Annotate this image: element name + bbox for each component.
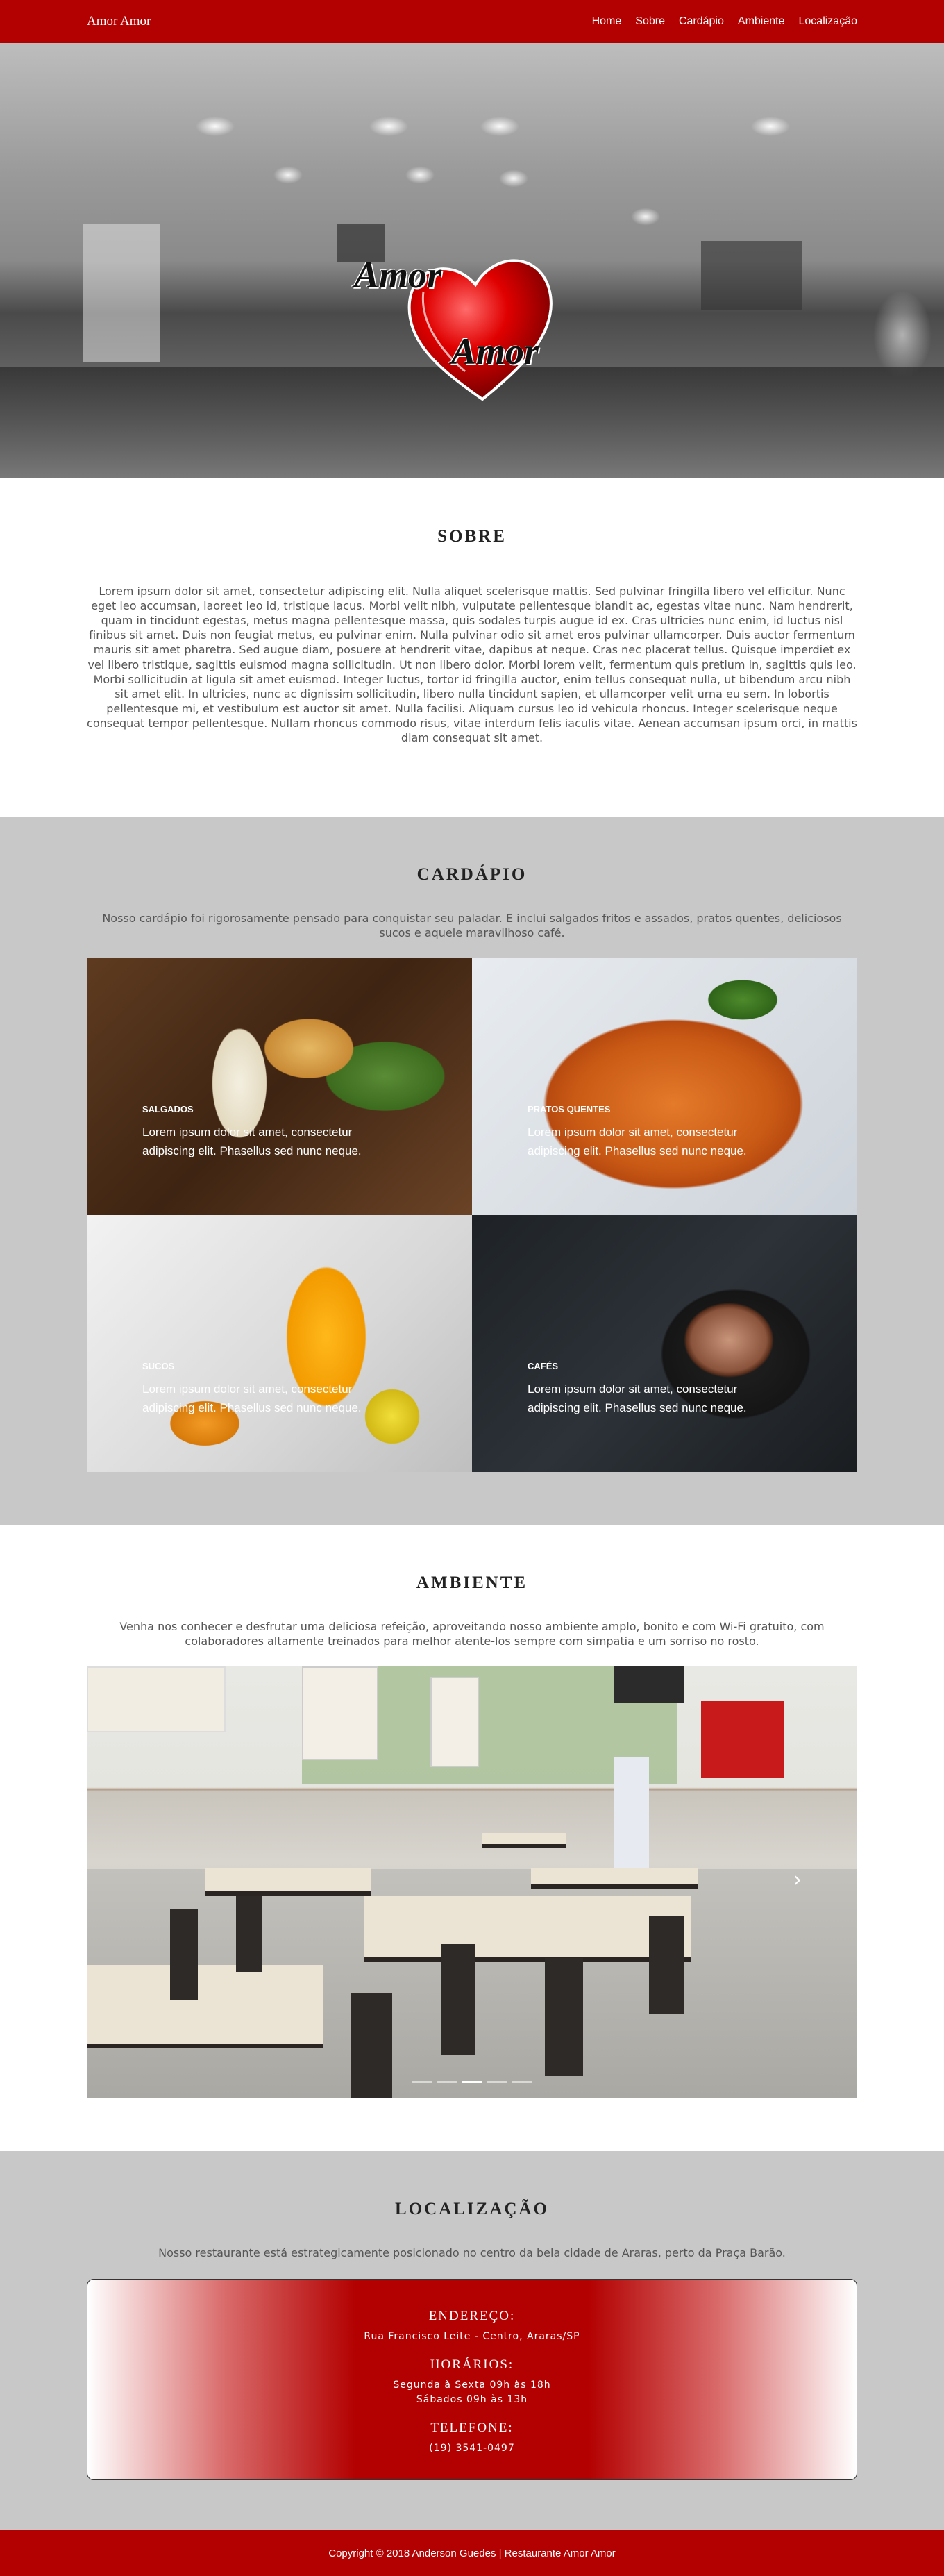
carousel-indicators xyxy=(87,2081,857,2084)
ambiente-carousel[interactable]: › xyxy=(87,1666,857,2099)
hero-bg-frame xyxy=(83,224,160,362)
section-ambiente: AMBIENTE Venha nos conhecer e desfrutar … xyxy=(0,1525,944,2151)
carousel-indicator[interactable] xyxy=(412,2081,432,2084)
menu-tile-cafes[interactable]: CAFÉS Lorem ipsum dolor sit amet, consec… xyxy=(472,1215,857,1473)
nav-link-localizacao[interactable]: Localização xyxy=(799,15,858,28)
section-cardapio: CARDÁPIO Nosso cardápio foi rigorosament… xyxy=(0,817,944,1525)
section-text: Nosso cardápio foi rigorosamente pensado… xyxy=(102,912,842,940)
menu-tile-desc: Lorem ipsum dolor sit amet, consectetur … xyxy=(528,1382,747,1414)
menu-tile-pratos-quentes[interactable]: PRATOS QUENTES Lorem ipsum dolor sit ame… xyxy=(472,958,857,1216)
menu-tile-label: SUCOS xyxy=(142,1361,175,1372)
nav-link-cardapio[interactable]: Cardápio xyxy=(679,15,724,28)
carousel-bg-table xyxy=(531,1868,698,1889)
section-title: CARDÁPIO xyxy=(416,865,528,884)
section-title: LOCALIZAÇÃO xyxy=(395,2200,549,2218)
footer-copyright: Copyright © 2018 Anderson Guedes | Resta… xyxy=(328,2547,616,2559)
carousel-indicator[interactable] xyxy=(487,2081,507,2084)
section-text: Nosso restaurante está estrategicamente … xyxy=(158,2246,786,2259)
carousel-bg-table xyxy=(482,1833,566,1849)
menu-tile-label: CAFÉS xyxy=(528,1361,559,1372)
menu-tile-desc: Lorem ipsum dolor sit amet, consectetur … xyxy=(528,1126,747,1157)
section-title: AMBIENTE xyxy=(416,1573,528,1592)
carousel-bg-chair xyxy=(236,1896,262,1973)
menu-tile-label: PRATOS QUENTES xyxy=(528,1104,611,1115)
logo-text-line2: Amor xyxy=(451,331,539,372)
carousel-indicator[interactable] xyxy=(437,2081,457,2084)
carousel-bg-poster xyxy=(87,1666,226,1733)
contact-info-card: ENDEREÇO: Rua Francisco Leite - Centro, … xyxy=(87,2279,857,2481)
hours-weekdays: Segunda à Sexta 09h às 18h xyxy=(393,2379,551,2391)
section-title: SOBRE xyxy=(437,527,507,546)
section-text: Venha nos conhecer e desfrutar uma delic… xyxy=(119,1620,825,1648)
carousel-bg-chair xyxy=(649,1916,684,2014)
carousel-bg-sign xyxy=(701,1701,784,1778)
section-sobre: SOBRE Lorem ipsum dolor sit amet, consec… xyxy=(0,478,944,817)
hero-banner: Amor Amor xyxy=(0,43,944,478)
phone-heading: TELEFONE: xyxy=(430,2420,514,2436)
phone-block: TELEFONE: (19) 3541-0497 xyxy=(87,2420,857,2457)
hero-logo: Amor Amor xyxy=(354,229,597,410)
carousel-indicator[interactable] xyxy=(512,2081,532,2084)
footer: Copyright © 2018 Anderson Guedes | Resta… xyxy=(0,2530,944,2576)
carousel-bg-poster xyxy=(302,1666,378,1761)
address-block: ENDEREÇO: Rua Francisco Leite - Centro, … xyxy=(87,2309,857,2345)
address-text: Rua Francisco Leite - Centro, Araras/SP xyxy=(364,2331,580,2343)
hours-saturday: Sábados 09h às 13h xyxy=(416,2394,528,2406)
menu-tile-label: SALGADOS xyxy=(142,1104,194,1115)
navbar: Amor Amor Home Sobre Cardápio Ambiente L… xyxy=(0,0,944,43)
hours-heading: HORÁRIOS: xyxy=(430,2357,514,2372)
menu-tile-desc: Lorem ipsum dolor sit amet, consectetur … xyxy=(142,1382,362,1414)
carousel-bg-table xyxy=(87,1965,323,2049)
carousel-indicator-active[interactable] xyxy=(462,2081,482,2084)
phone-number[interactable]: (19) 3541-0497 xyxy=(87,2441,857,2457)
menu-tile-salgados[interactable]: SALGADOS Lorem ipsum dolor sit amet, con… xyxy=(87,958,472,1216)
nav-link-home[interactable]: Home xyxy=(592,15,622,28)
carousel-bg-chair xyxy=(441,1944,475,2056)
logo-text-line1: Amor xyxy=(354,254,442,296)
carousel-bg-chair xyxy=(545,1958,583,2077)
nav-link-sobre[interactable]: Sobre xyxy=(635,15,665,28)
section-text: Lorem ipsum dolor sit amet, consectetur … xyxy=(87,585,857,745)
carousel-bg-tv xyxy=(614,1666,684,1703)
carousel-next-icon[interactable]: › xyxy=(793,1868,802,1892)
menu-grid: SALGADOS Lorem ipsum dolor sit amet, con… xyxy=(87,958,857,1473)
carousel-bg-table xyxy=(364,1896,691,1962)
carousel-bg-chair xyxy=(170,1909,198,2000)
address-heading: ENDEREÇO: xyxy=(428,2309,516,2324)
nav-links: Home Sobre Cardápio Ambiente Localização xyxy=(592,15,857,28)
carousel-bg-poster xyxy=(430,1677,479,1768)
menu-tile-sucos[interactable]: SUCOS Lorem ipsum dolor sit amet, consec… xyxy=(87,1215,472,1473)
menu-tile-desc: Lorem ipsum dolor sit amet, consectetur … xyxy=(142,1126,362,1157)
hero-bg-frame xyxy=(701,241,802,310)
carousel-bg-table xyxy=(205,1868,371,1896)
nav-link-ambiente[interactable]: Ambiente xyxy=(738,15,785,28)
section-localizacao: LOCALIZAÇÃO Nosso restaurante está estra… xyxy=(0,2151,944,2530)
brand-logo-text[interactable]: Amor Amor xyxy=(87,14,151,29)
hours-block: HORÁRIOS: Segunda à Sexta 09h às 18h Sáb… xyxy=(87,2357,857,2408)
